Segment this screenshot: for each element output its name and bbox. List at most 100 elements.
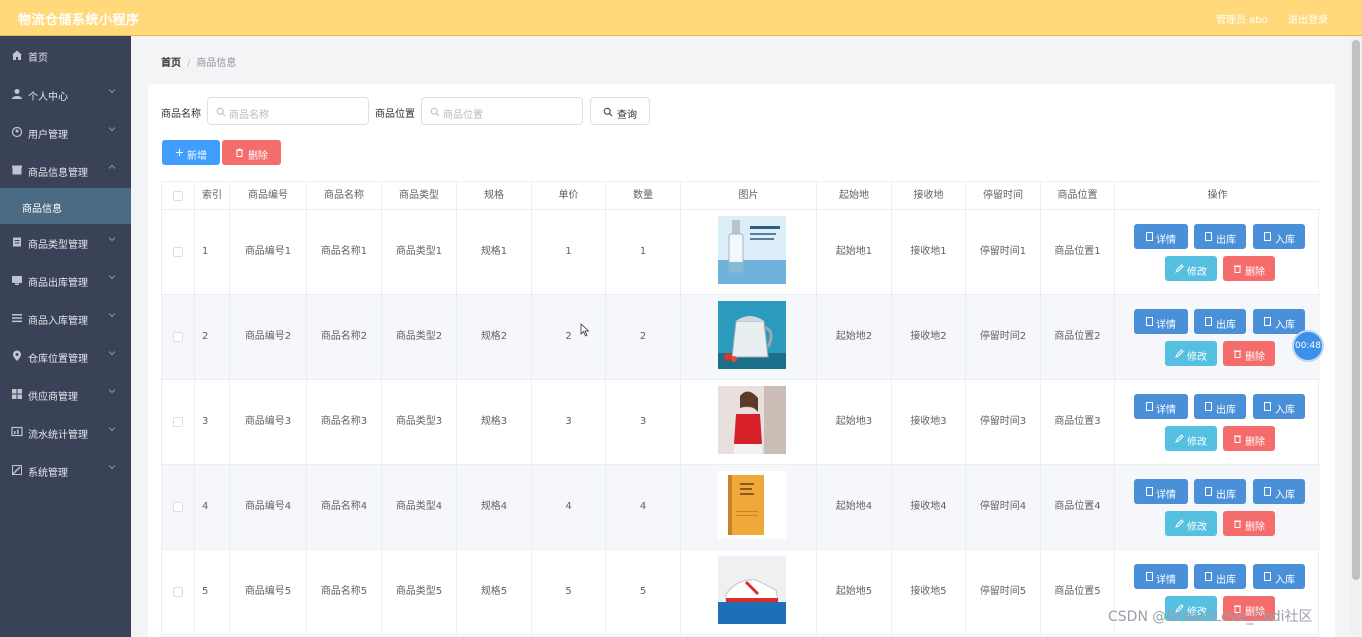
detail-button[interactable]: 详情 <box>1134 309 1188 334</box>
sidebar-item-supplier[interactable]: 供应商管理 <box>0 376 131 412</box>
sneaker-image[interactable] <box>718 556 786 624</box>
row-checkbox[interactable] <box>173 587 183 597</box>
table-row: 1 商品编号1 商品名称1 商品类型1 规格1 1 1 起始地1 接收地1 停留… <box>162 210 1320 295</box>
sidebar-item-goods-out[interactable]: 商品出库管理 <box>0 262 131 298</box>
location-filter-label: 商品位置 <box>375 109 415 120</box>
detail-button[interactable]: 详情 <box>1134 479 1188 504</box>
edit-button[interactable]: 修改 <box>1165 426 1217 451</box>
batch-delete-button[interactable]: 删除 <box>222 140 281 165</box>
timer-badge[interactable]: 00:48 <box>1292 330 1324 362</box>
chevron-down-icon <box>108 127 116 132</box>
detail-button-label: 详情 <box>1156 320 1176 331</box>
out-button[interactable]: 出库 <box>1194 394 1246 419</box>
sidebar-item-statistics[interactable]: 流水统计管理 <box>0 414 131 450</box>
row-checkbox[interactable] <box>173 502 183 512</box>
sidebar-item-users[interactable]: 用户管理 <box>0 114 131 150</box>
query-button-label: 查询 <box>617 110 637 121</box>
cell-code: 商品编号4 <box>230 465 307 549</box>
header-name: 商品名称 <box>307 182 382 210</box>
add-button[interactable]: 新增 <box>162 140 220 165</box>
edit-button-label: 修改 <box>1187 267 1207 278</box>
sidebar-item-system[interactable]: 系统管理 <box>0 452 131 488</box>
out-button[interactable]: 出库 <box>1194 479 1246 504</box>
cell-name: 商品名称3 <box>307 380 382 464</box>
in-button[interactable]: 入库 <box>1253 224 1305 249</box>
serum-bottle-image[interactable] <box>718 216 786 284</box>
delete-button-label: 删除 <box>1245 522 1265 533</box>
sidebar-item-warehouse-location[interactable]: 仓库位置管理 <box>0 338 131 374</box>
detail-button[interactable]: 详情 <box>1134 224 1188 249</box>
import-icon <box>12 314 22 323</box>
breadcrumb-home[interactable]: 首页 <box>161 58 181 69</box>
chart-icon <box>11 426 23 437</box>
document-icon <box>1264 487 1271 496</box>
sidebar-item-home[interactable]: 首页 <box>0 37 131 73</box>
edit-button[interactable]: 修改 <box>1165 341 1217 366</box>
name-search-input[interactable]: 商品名称 <box>207 97 369 125</box>
cell-type: 商品类型1 <box>382 210 457 294</box>
row-checkbox[interactable] <box>173 247 183 257</box>
out-button[interactable]: 出库 <box>1194 224 1246 249</box>
cell-spec: 规格4 <box>457 465 532 549</box>
detail-button-label: 详情 <box>1156 575 1176 586</box>
in-button[interactable]: 入库 <box>1253 309 1305 334</box>
name-search-placeholder: 商品名称 <box>229 110 269 121</box>
in-button-label: 入库 <box>1275 235 1295 246</box>
cell-qty: 5 <box>606 550 681 634</box>
sidebar-item-goods-info[interactable]: 商品信息 <box>0 188 131 224</box>
trash-icon <box>1234 520 1241 528</box>
sidebar-item-label: 流水统计管理 <box>28 430 88 441</box>
select-all-checkbox[interactable] <box>173 191 183 201</box>
delete-button-label: 删除 <box>1245 267 1265 278</box>
delete-button[interactable]: 删除 <box>1223 426 1275 451</box>
cell-dest: 接收地1 <box>892 210 966 294</box>
sidebar-item-goods-in[interactable]: 商品入库管理 <box>0 300 131 336</box>
detail-button[interactable]: 详情 <box>1134 394 1188 419</box>
document-icon <box>1146 232 1153 241</box>
sidebar-item-personal[interactable]: 个人中心 <box>0 76 131 112</box>
select-all-cell <box>162 182 195 210</box>
location-search-input[interactable]: 商品位置 <box>421 97 583 125</box>
book-image[interactable] <box>718 471 786 539</box>
out-button[interactable]: 出库 <box>1194 564 1246 589</box>
row-checkbox[interactable] <box>173 332 183 342</box>
in-button[interactable]: 入库 <box>1253 394 1305 419</box>
cell-type: 商品类型5 <box>382 550 457 634</box>
cell-index: 1 <box>195 210 230 294</box>
edit-button[interactable]: 修改 <box>1165 256 1217 281</box>
red-top-image[interactable] <box>718 386 786 454</box>
cell-spec: 规格5 <box>457 550 532 634</box>
sidebar-item-label: 商品类型管理 <box>28 240 88 251</box>
goods-table: 索引 商品编号 商品名称 商品类型 规格 单价 数量 图片 起始地 接收地 停留… <box>161 181 1320 637</box>
delete-button[interactable]: 删除 <box>1223 256 1275 281</box>
location-icon <box>13 350 21 361</box>
document-icon <box>1146 487 1153 496</box>
row-checkbox[interactable] <box>173 417 183 427</box>
row-select-cell <box>162 550 195 634</box>
in-button[interactable]: 入库 <box>1253 479 1305 504</box>
chevron-down-icon <box>108 465 116 470</box>
chevron-down-icon <box>108 351 116 356</box>
kettle-image[interactable] <box>718 301 786 369</box>
logout-link[interactable]: 退出登录 <box>1288 11 1328 26</box>
out-button[interactable]: 出库 <box>1194 309 1246 334</box>
cell-type: 商品类型4 <box>382 465 457 549</box>
sidebar-item-goods-type[interactable]: 商品类型管理 <box>0 224 131 260</box>
cell-index: 3 <box>195 380 230 464</box>
header-location: 商品位置 <box>1041 182 1115 210</box>
in-button-label: 入库 <box>1275 575 1295 586</box>
out-button-label: 出库 <box>1216 320 1236 331</box>
delete-button[interactable]: 删除 <box>1223 511 1275 536</box>
settings-icon <box>12 465 22 475</box>
table-row: 2 商品编号2 商品名称2 商品类型2 规格2 2 2 起始地2 接收地2 停留… <box>162 295 1320 380</box>
trash-icon <box>1234 265 1241 273</box>
scrollbar-thumb[interactable] <box>1352 40 1360 580</box>
sidebar-item-goods-info-mgmt[interactable]: 商品信息管理 <box>0 152 131 188</box>
edit-button[interactable]: 修改 <box>1165 511 1217 536</box>
cell-code: 商品编号3 <box>230 380 307 464</box>
delete-button[interactable]: 删除 <box>1223 341 1275 366</box>
cell-qty: 3 <box>606 380 681 464</box>
in-button[interactable]: 入库 <box>1253 564 1305 589</box>
query-button[interactable]: 查询 <box>590 97 650 125</box>
detail-button[interactable]: 详情 <box>1134 564 1188 589</box>
